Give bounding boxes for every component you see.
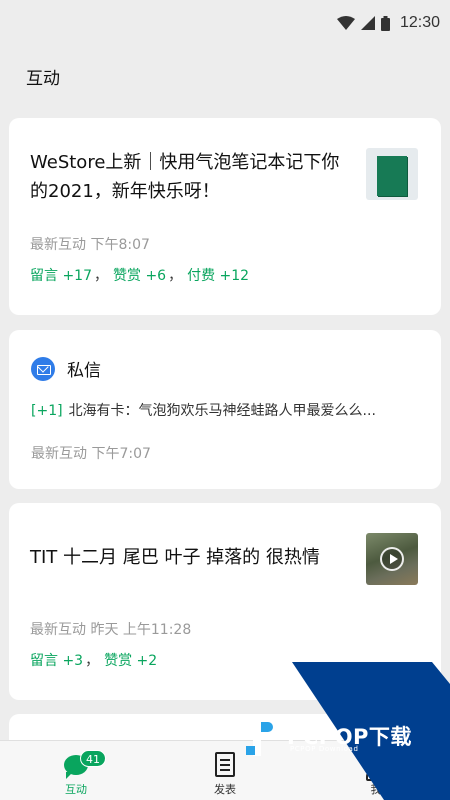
interaction-stats: 留言 +3， 赞赏 +2 [30,650,157,670]
latest-interaction-time: 最新互动 昨天 上午11:28 [30,622,192,638]
private-message-title: 私信 [67,361,101,381]
battery-icon [380,15,390,31]
watermark-subtitle: PCPOP Download [290,745,359,753]
wifi-icon [336,16,355,30]
tab-label: 我 [370,783,382,796]
article-card[interactable]: TIT 十二月 尾巴 叶子 掉落的 很热情 最新互动 昨天 上午11:28 留言… [9,503,441,700]
private-message-header: 私信 [31,356,101,381]
stat-separator: ， [85,653,100,669]
tab-interactions[interactable]: 41 互动 [36,741,116,800]
article-thumbnail [366,148,418,200]
unread-count-badge: 41 [80,750,106,767]
play-icon [380,547,404,571]
rewards-stat: 赞赏 +6 [113,268,167,284]
latest-interaction-time: 最新互动 下午7:07 [31,446,151,462]
message-preview-text: 北海有卡：气泡狗欢乐马神经蛙路人甲最爱么么... [68,403,376,419]
article-title: WeStore上新｜快用气泡笔记本记下你的2021，新年快乐呀！ [30,152,340,202]
status-bar: 12:30 [0,0,450,46]
document-icon [215,752,235,777]
signal-icon [360,16,375,30]
pcpop-logo-icon [246,714,282,756]
rewards-stat: 赞赏 +2 [104,653,158,669]
message-preview: [+1] 北海有卡：气泡狗欢乐马神经蛙路人甲最爱么么... [31,400,421,420]
tab-label: 发表 [214,783,236,796]
new-message-badge: [+1] [31,403,63,419]
tab-label: 互动 [65,783,87,796]
person-icon [366,755,390,781]
comments-stat: 留言 +17 [30,268,92,284]
article-card[interactable]: WeStore上新｜快用气泡笔记本记下你的2021，新年快乐呀！ 最新互动 下午… [9,118,441,315]
comments-stat: 留言 +3 [30,653,84,669]
stat-separator: ， [168,268,183,284]
private-message-card[interactable]: 私信 [+1] 北海有卡：气泡狗欢乐马神经蛙路人甲最爱么么... 最新互动 下午7… [9,330,441,489]
latest-interaction-time: 最新互动 下午8:07 [30,237,150,253]
page-title: 互动 [26,69,60,89]
stat-separator: ， [94,268,108,284]
article-title: TIT 十二月 尾巴 叶子 掉落的 很热情 [30,547,320,568]
status-time: 12:30 [399,14,440,31]
notebook-image [377,156,407,196]
interaction-stats: 留言 +17， 赞赏 +6， 付费 +12 [30,265,249,285]
video-thumbnail [366,533,418,585]
payments-stat: 付费 +12 [187,268,250,284]
mail-icon [31,356,55,381]
